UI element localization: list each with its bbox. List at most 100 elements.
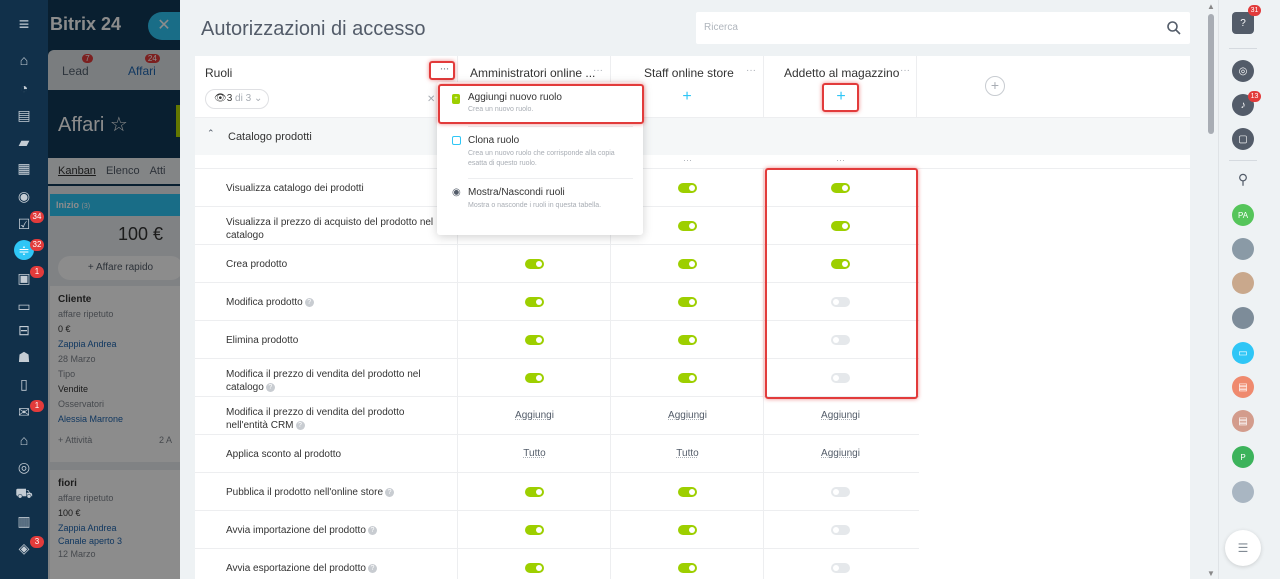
toggle-on[interactable] xyxy=(525,373,544,383)
scrollbar[interactable]: ▲ ▼ xyxy=(1207,2,1215,578)
toggle-on[interactable] xyxy=(525,487,544,497)
search-icon[interactable] xyxy=(1166,20,1182,36)
store-icon[interactable]: ⊟ xyxy=(14,320,34,340)
help-icon[interactable]: ? xyxy=(367,563,377,573)
menu-item-toggle-roles[interactable]: ◉ Mostra/Nascondi ruoli Mostra o nascond… xyxy=(437,180,643,232)
scope-value-link[interactable]: Tutto xyxy=(611,448,764,459)
roles-filter[interactable]: 👁3 di 3 ⌄ xyxy=(205,89,269,109)
left-nav: ≡ ⌂ ◔ ▤ ▰ ▦ ◉ ☑ 34 ≑ 32 ▣ 1 ▭ ⊟ ☗ ▯ ✉ 1 … xyxy=(0,0,48,579)
help-icon[interactable]: ? xyxy=(295,420,305,430)
column-more-icon[interactable]: ··· xyxy=(683,155,692,165)
permission-cell xyxy=(457,245,610,283)
scroll-thumb[interactable] xyxy=(1208,14,1214,134)
calendar-badge: 1 xyxy=(30,266,44,278)
highlight-more-button xyxy=(429,61,455,80)
eye-icon: 👁 xyxy=(214,93,227,104)
toggle-on[interactable] xyxy=(678,525,697,535)
toggle-on[interactable] xyxy=(678,487,697,497)
search-input[interactable]: Ricerca xyxy=(696,12,1190,44)
chevron-up-icon[interactable]: ⌃ xyxy=(207,128,215,139)
contact-card-icon[interactable]: ▤ xyxy=(1232,410,1254,432)
role-more-icon[interactable]: ··· xyxy=(900,65,910,76)
section-catalog[interactable]: ⌃ Catalogo prodotti xyxy=(195,118,1190,155)
column-more-icon[interactable]: ··· xyxy=(836,155,845,165)
permission-label-text: Crea prodotto xyxy=(226,259,288,270)
chat-icon[interactable]: ▰ xyxy=(14,132,34,152)
permission-cell xyxy=(763,511,916,549)
avatar[interactable] xyxy=(1232,481,1254,503)
help-icon[interactable]: ? xyxy=(265,382,275,392)
permission-label: Modifica prodotto? xyxy=(226,296,446,309)
target-icon[interactable]: ◉ xyxy=(14,186,34,206)
search-placeholder: Ricerca xyxy=(704,22,738,33)
toggle-on[interactable] xyxy=(678,221,697,231)
scope-value-link[interactable]: Tutto xyxy=(458,448,611,459)
documents-icon[interactable]: ▯ xyxy=(14,374,34,394)
inventory-icon[interactable]: ▭ xyxy=(14,296,34,316)
help-icon[interactable]: ? xyxy=(367,525,377,535)
permission-row: Applica sconto al prodotto Tutto Tutto Aggi… xyxy=(195,435,919,473)
chevron-down-icon: ⌄ xyxy=(253,93,263,104)
scroll-up-icon[interactable]: ▲ xyxy=(1207,2,1215,11)
toggle-on[interactable] xyxy=(678,259,697,269)
role-more-icon[interactable]: ··· xyxy=(746,65,756,76)
copilot-icon[interactable]: ◎ xyxy=(1232,60,1254,82)
feed-icon[interactable]: ◔ xyxy=(14,78,34,98)
toggle-on[interactable] xyxy=(678,563,697,573)
permission-cell xyxy=(610,473,763,511)
toggle-off[interactable] xyxy=(831,563,850,573)
toggle-off[interactable] xyxy=(831,487,850,497)
contact-card-icon[interactable]: ▤ xyxy=(1232,376,1254,398)
toggle-on[interactable] xyxy=(678,183,697,193)
toggle-on[interactable] xyxy=(525,297,544,307)
add-value-link[interactable]: Aggiungi xyxy=(458,410,611,421)
toggle-on[interactable] xyxy=(525,335,544,345)
messages-icon[interactable]: ▢ xyxy=(1232,128,1254,150)
toggle-off[interactable] xyxy=(831,525,850,535)
menu-item-clone-role[interactable]: Clona ruolo Crea un nuovo ruolo che corr… xyxy=(437,128,643,178)
cart-icon[interactable]: ⛟ xyxy=(14,484,34,504)
avatar[interactable]: P xyxy=(1232,446,1254,468)
filter-total: di 3 xyxy=(235,93,252,104)
menu-icon[interactable]: ≡ xyxy=(14,14,34,34)
add-role-button[interactable]: + xyxy=(985,76,1005,96)
role-name[interactable]: Addetto al magazzino xyxy=(784,66,899,80)
help-icon[interactable]: ? xyxy=(304,297,314,307)
toggle-on[interactable] xyxy=(525,563,544,573)
add-permission-plus-icon[interactable]: + xyxy=(679,89,695,106)
permission-label: Modifica il prezzo di vendita del prodot… xyxy=(226,406,446,432)
section-subhead: ··· ··· xyxy=(195,155,1190,169)
permission-cell xyxy=(457,321,610,359)
add-value-link[interactable]: Aggiungi xyxy=(764,410,917,421)
scroll-down-icon[interactable]: ▼ xyxy=(1207,569,1215,578)
chat-icon[interactable]: ▭ xyxy=(1232,342,1254,364)
toggle-on[interactable] xyxy=(525,525,544,535)
home-icon[interactable]: ⌂ xyxy=(14,50,34,70)
avatar[interactable] xyxy=(1232,307,1254,329)
calendar-icon[interactable]: ▦ xyxy=(14,158,34,178)
search-icon[interactable]: ⚲ xyxy=(1232,168,1254,190)
avatar[interactable] xyxy=(1232,238,1254,260)
role-name[interactable]: Amministratori online ... xyxy=(470,66,595,80)
permission-row: Avvia importazione del prodotto? xyxy=(195,511,919,549)
avatar[interactable]: PA xyxy=(1232,204,1254,226)
menu-icon[interactable]: ☰ xyxy=(1225,530,1261,566)
bank-icon[interactable]: ⌂ xyxy=(14,430,34,450)
goals-icon[interactable]: ◎ xyxy=(14,457,34,477)
role-name[interactable]: Staff online store xyxy=(644,66,734,80)
toggle-on[interactable] xyxy=(678,297,697,307)
users-icon[interactable]: ☗ xyxy=(14,347,34,367)
toggle-on[interactable] xyxy=(678,335,697,345)
clear-filter-icon[interactable]: ✕ xyxy=(427,94,435,105)
toggle-on[interactable] xyxy=(678,373,697,383)
tasks-list-icon[interactable]: ▤ xyxy=(14,105,34,125)
add-value-link[interactable]: Aggiungi xyxy=(611,410,764,421)
permission-label: Avvia esportazione del prodotto? xyxy=(226,562,446,575)
role-more-icon[interactable]: ··· xyxy=(593,65,603,76)
analytics-icon[interactable]: ▥ xyxy=(14,511,34,531)
toggle-on[interactable] xyxy=(525,259,544,269)
add-value-link[interactable]: Aggiungi xyxy=(764,448,917,459)
avatar[interactable] xyxy=(1232,272,1254,294)
help-icon[interactable]: ? xyxy=(385,487,395,497)
permission-label-text: Pubblica il prodotto nell'online store xyxy=(226,487,384,498)
